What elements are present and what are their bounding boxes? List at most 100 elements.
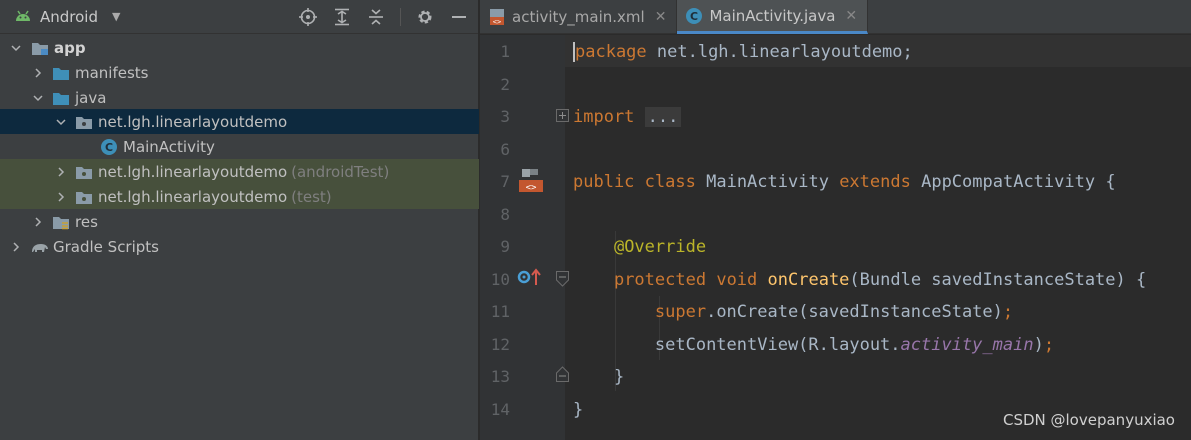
package-icon xyxy=(75,164,93,180)
tree-item-label: net.lgh.linearlayoutdemo xyxy=(98,187,288,206)
collapse-all-icon[interactable] xyxy=(365,7,387,27)
tree-item-mainactivity[interactable]: C MainActivity xyxy=(0,134,479,159)
folded-imports[interactable]: ... xyxy=(644,107,682,127)
code-line-7: public class MainActivity extends AppCom… xyxy=(573,166,1116,198)
tab-mainactivity-java[interactable]: C MainActivity.java ✕ xyxy=(677,0,869,34)
chevron-right-icon[interactable] xyxy=(55,166,67,178)
line-number: 8 xyxy=(500,205,510,224)
gear-icon[interactable] xyxy=(414,7,436,27)
keyword: package xyxy=(575,42,647,62)
chevron-down-icon[interactable] xyxy=(32,92,44,104)
chevron-down-icon[interactable] xyxy=(55,116,67,128)
svg-text:<>: <> xyxy=(493,18,501,26)
tree-item-label: manifests xyxy=(75,63,149,82)
minimize-icon[interactable] xyxy=(448,7,470,27)
keyword: public xyxy=(573,172,635,192)
annotation: @Override xyxy=(613,237,707,257)
line-number-gutter[interactable]: 1 2 3 6 7 8 9 10 11 12 13 14 <> xyxy=(480,35,569,440)
expand-all-icon[interactable] xyxy=(331,7,353,27)
xml-file-icon: <> xyxy=(488,8,506,26)
tree-item-suffix: (test) xyxy=(291,187,332,206)
chevron-right-icon[interactable] xyxy=(32,67,44,79)
line-number: 12 xyxy=(490,335,510,354)
tree-item-label: Gradle Scripts xyxy=(53,237,159,256)
chevron-down-icon[interactable]: ▼ xyxy=(112,10,120,23)
svg-text:C: C xyxy=(105,141,113,154)
tree-item-manifests[interactable]: manifests xyxy=(0,60,479,85)
gradle-icon xyxy=(30,239,48,255)
locate-icon[interactable] xyxy=(297,7,319,27)
editor-tabs: <> activity_main.xml ✕ C MainActivity.ja… xyxy=(480,0,1191,34)
tree-item-label: MainActivity xyxy=(123,137,215,156)
package-icon xyxy=(75,189,93,205)
method-params: (Bundle savedInstanceState) { xyxy=(849,270,1147,290)
tree-item-res[interactable]: res xyxy=(0,209,479,234)
package-name: net.lgh.linearlayoutdemo; xyxy=(646,42,913,62)
package-icon xyxy=(75,114,93,130)
tab-label: MainActivity.java xyxy=(709,6,836,25)
android-icon xyxy=(14,8,32,26)
code-line-9: @Override xyxy=(573,231,706,263)
keyword: import xyxy=(573,107,635,127)
tree-item-label: java xyxy=(75,88,107,107)
class-name: MainActivity xyxy=(706,172,829,192)
keyword: protected xyxy=(613,270,707,290)
code-line-13: } xyxy=(573,361,624,393)
line-number: 13 xyxy=(490,367,510,386)
chevron-right-icon[interactable] xyxy=(55,191,67,203)
paren: ) xyxy=(1033,335,1044,355)
code-line-11: super.onCreate(savedInstanceState); xyxy=(573,296,1013,328)
line-number: 7 xyxy=(500,172,510,191)
semicolon: ; xyxy=(1002,302,1014,322)
tree-item-app[interactable]: app xyxy=(0,35,479,60)
method-name: onCreate xyxy=(767,270,850,290)
code-area[interactable]: package net.lgh.linearlayoutdemo; import… xyxy=(565,35,1191,440)
resources-folder-icon xyxy=(52,214,70,230)
code-editor: <> activity_main.xml ✕ C MainActivity.ja… xyxy=(480,0,1191,440)
svg-text:C: C xyxy=(690,10,698,23)
keyword: super xyxy=(654,302,707,322)
line-number: 2 xyxy=(500,75,510,94)
keyword: extends xyxy=(839,172,911,192)
code-line-14: } xyxy=(573,394,583,426)
method-call: .onCreate(savedInstanceState) xyxy=(706,302,1003,322)
java-class-icon: C xyxy=(685,7,703,25)
java-class-icon: C xyxy=(100,138,118,155)
folder-icon xyxy=(52,65,70,81)
tree-item-gradle-scripts[interactable]: Gradle Scripts xyxy=(0,234,479,259)
tree-item-label: res xyxy=(75,212,98,231)
tree-item-package-test[interactable]: net.lgh.linearlayoutdemo (test) xyxy=(0,184,479,209)
code-line-1: package net.lgh.linearlayoutdemo; xyxy=(573,36,913,68)
chevron-right-icon[interactable] xyxy=(32,216,44,228)
code-line-12: setContentView(R.layout.activity_main); xyxy=(573,329,1054,361)
chevron-down-icon[interactable] xyxy=(10,42,22,54)
close-icon[interactable]: ✕ xyxy=(845,8,857,24)
code-line-3: import ... xyxy=(573,101,682,133)
tree-item-java[interactable]: java xyxy=(0,85,479,110)
code-line-10: protected void onCreate(Bundle savedInst… xyxy=(573,264,1146,296)
tree-item-package-androidtest[interactable]: net.lgh.linearlayoutdemo (androidTest) xyxy=(0,159,479,184)
chevron-right-icon[interactable] xyxy=(10,241,22,253)
related-layout-icon[interactable]: <> xyxy=(518,168,544,194)
field-reference: activity_main xyxy=(900,335,1034,355)
line-number: 14 xyxy=(490,400,510,419)
watermark: CSDN @lovepanyuxiao xyxy=(1002,411,1175,429)
tab-activity-main-xml[interactable]: <> activity_main.xml ✕ xyxy=(480,0,678,34)
superclass: AppCompatActivity { xyxy=(921,172,1116,192)
project-view-selector[interactable]: Android xyxy=(40,8,98,26)
module-folder-icon xyxy=(31,40,49,56)
folder-icon xyxy=(52,90,70,106)
tree-item-package-main[interactable]: net.lgh.linearlayoutdemo xyxy=(0,109,479,134)
override-method-icon[interactable] xyxy=(516,267,542,287)
tab-label: activity_main.xml xyxy=(512,8,645,26)
tree-item-label: app xyxy=(54,38,86,57)
tree-item-label: net.lgh.linearlayoutdemo xyxy=(98,112,288,131)
close-icon[interactable]: ✕ xyxy=(655,9,667,25)
toolbar-divider xyxy=(400,8,401,26)
semicolon: ; xyxy=(1043,335,1055,355)
tree-item-suffix: (androidTest) xyxy=(291,162,390,181)
tree-item-label: net.lgh.linearlayoutdemo xyxy=(98,162,288,181)
keyword: void xyxy=(716,270,758,290)
method-call: setContentView(R.layout. xyxy=(654,335,901,355)
project-panel: Android ▼ app manifests java net.lgh.lin… xyxy=(0,0,479,440)
